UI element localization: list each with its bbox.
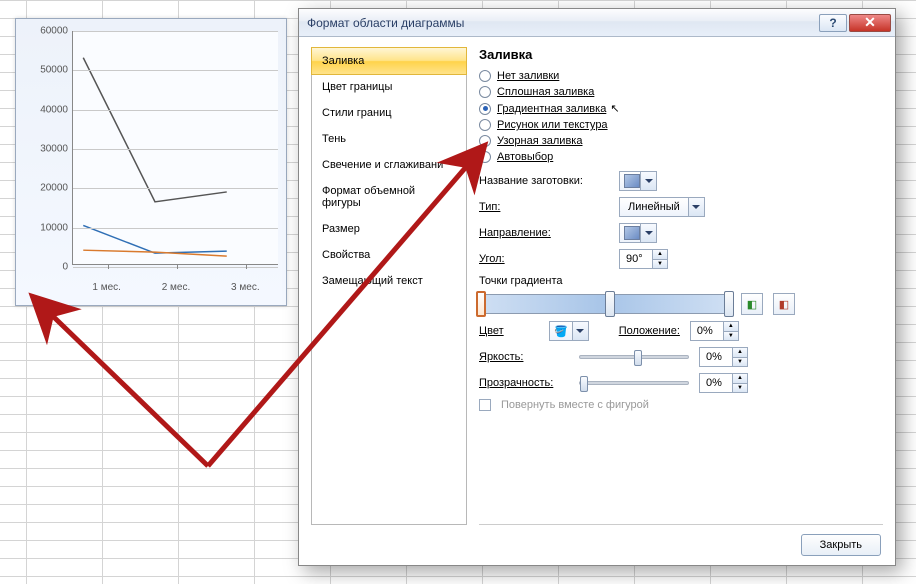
rotate-checkbox [479, 399, 491, 411]
gradient-stop-1[interactable] [476, 291, 486, 317]
color-label: Цвет [479, 325, 539, 337]
color-dropdown[interactable]: 🪣 [549, 321, 589, 341]
transparency-spinner[interactable]: 0%▲▼ [699, 373, 748, 393]
gridline [73, 110, 278, 111]
preset-swatch-icon [624, 174, 640, 188]
preset-label: Название заготовки: [479, 175, 609, 187]
radio-auto[interactable] [479, 151, 491, 163]
type-value: Линейный [620, 201, 688, 213]
radio-gradient-label: Градиентная заливка [497, 103, 606, 115]
nav-item-size[interactable]: Размер [312, 216, 466, 242]
plot-area [72, 31, 278, 265]
radio-picture[interactable] [479, 119, 491, 131]
close-x-button[interactable]: ✕ [849, 14, 891, 32]
gridline [73, 149, 278, 150]
x-tick [177, 264, 178, 269]
y-tick-label: 50000 [22, 65, 68, 76]
help-button[interactable]: ? [819, 14, 847, 32]
fill-panel: Заливка Нет заливки Сплошная заливка Гра… [479, 47, 883, 525]
preset-dropdown[interactable] [619, 171, 657, 191]
y-tick-label: 40000 [22, 104, 68, 115]
x-tick-label: 3 мес. [215, 282, 275, 293]
nav-item-shadow[interactable]: Тень [312, 126, 466, 152]
x-tick [108, 264, 109, 269]
gridline [73, 188, 278, 189]
radio-auto-label: Автовыбор [497, 151, 553, 163]
add-stop-button[interactable]: ◧ [741, 293, 763, 315]
nav-list: Заливка Цвет границы Стили границ Тень С… [311, 47, 467, 525]
gradient-stop-2[interactable] [605, 291, 615, 317]
radio-pattern[interactable] [479, 135, 491, 147]
direction-swatch-icon [624, 226, 640, 240]
transparency-value: 0% [700, 377, 732, 389]
type-dropdown[interactable]: Линейный [619, 197, 705, 217]
dialog-title: Формат области диаграммы [307, 16, 464, 30]
fill-heading: Заливка [479, 47, 883, 62]
direction-dropdown[interactable] [619, 223, 657, 243]
y-tick-label: 10000 [22, 222, 68, 233]
x-tick [246, 264, 247, 269]
gridline [73, 31, 278, 32]
chart-area[interactable]: 0 10000 20000 30000 40000 50000 60000 1 мес. 2 м… [15, 18, 287, 306]
gridline [73, 228, 278, 229]
transparency-slider[interactable] [579, 381, 689, 385]
y-tick-label: 0 [22, 262, 68, 273]
nav-item-glow[interactable]: Свечение и сглаживани [312, 152, 466, 178]
angle-spinner[interactable]: 90°▲▼ [619, 249, 668, 269]
position-spinner[interactable]: 0%▲▼ [690, 321, 739, 341]
gradient-slider[interactable] [479, 294, 731, 314]
radio-gradient[interactable] [479, 103, 491, 115]
y-tick-label: 20000 [22, 183, 68, 194]
direction-label: Направление: [479, 227, 609, 239]
radio-nofill[interactable] [479, 70, 491, 82]
brightness-slider[interactable] [579, 355, 689, 359]
format-dialog: Формат области диаграммы ? ✕ Заливка Цве… [298, 8, 896, 566]
nav-item-border-style[interactable]: Стили границ [312, 100, 466, 126]
radio-pattern-label: Узорная заливка [497, 135, 582, 147]
y-tick-label: 30000 [22, 144, 68, 155]
titlebar[interactable]: Формат области диаграммы ? ✕ [299, 9, 895, 37]
position-value: 0% [691, 325, 723, 337]
y-tick-label: 60000 [22, 26, 68, 37]
close-button[interactable]: Закрыть [801, 534, 881, 556]
stops-label: Точки градиента [479, 275, 883, 287]
radio-nofill-label: Нет заливки [497, 70, 559, 82]
radio-solid-label: Сплошная заливка [497, 86, 594, 98]
nav-item-properties[interactable]: Свойства [312, 242, 466, 268]
brightness-value: 0% [700, 351, 732, 363]
brightness-spinner[interactable]: 0%▲▼ [699, 347, 748, 367]
type-label: Тип: [479, 201, 609, 213]
radio-solid[interactable] [479, 86, 491, 98]
transparency-label: Прозрачность: [479, 377, 569, 389]
x-tick-label: 1 мес. [77, 282, 137, 293]
radio-picture-label: Рисунок или текстура [497, 119, 608, 131]
rotate-label: Повернуть вместе с фигурой [501, 399, 649, 411]
add-stop-icon: ◧ [747, 298, 757, 311]
angle-value: 90° [620, 253, 652, 265]
x-tick-label: 2 мес. [146, 282, 206, 293]
brightness-label: Яркость: [479, 351, 569, 363]
chart-lines [73, 31, 278, 264]
gradient-stop-3[interactable] [724, 291, 734, 317]
gridline [73, 70, 278, 71]
bucket-icon: 🪣 [550, 325, 572, 338]
angle-label: Угол: [479, 253, 609, 265]
position-label: Положение: [619, 325, 680, 337]
remove-stop-icon: ◧ [779, 298, 789, 311]
nav-item-fill[interactable]: Заливка [311, 47, 467, 75]
cursor-icon: ↖ [610, 102, 619, 115]
nav-item-3d[interactable]: Формат объемной фигуры [312, 178, 466, 216]
remove-stop-button[interactable]: ◧ [773, 293, 795, 315]
nav-item-border-color[interactable]: Цвет границы [312, 74, 466, 100]
nav-item-alttext[interactable]: Замещающий текст [312, 268, 466, 294]
